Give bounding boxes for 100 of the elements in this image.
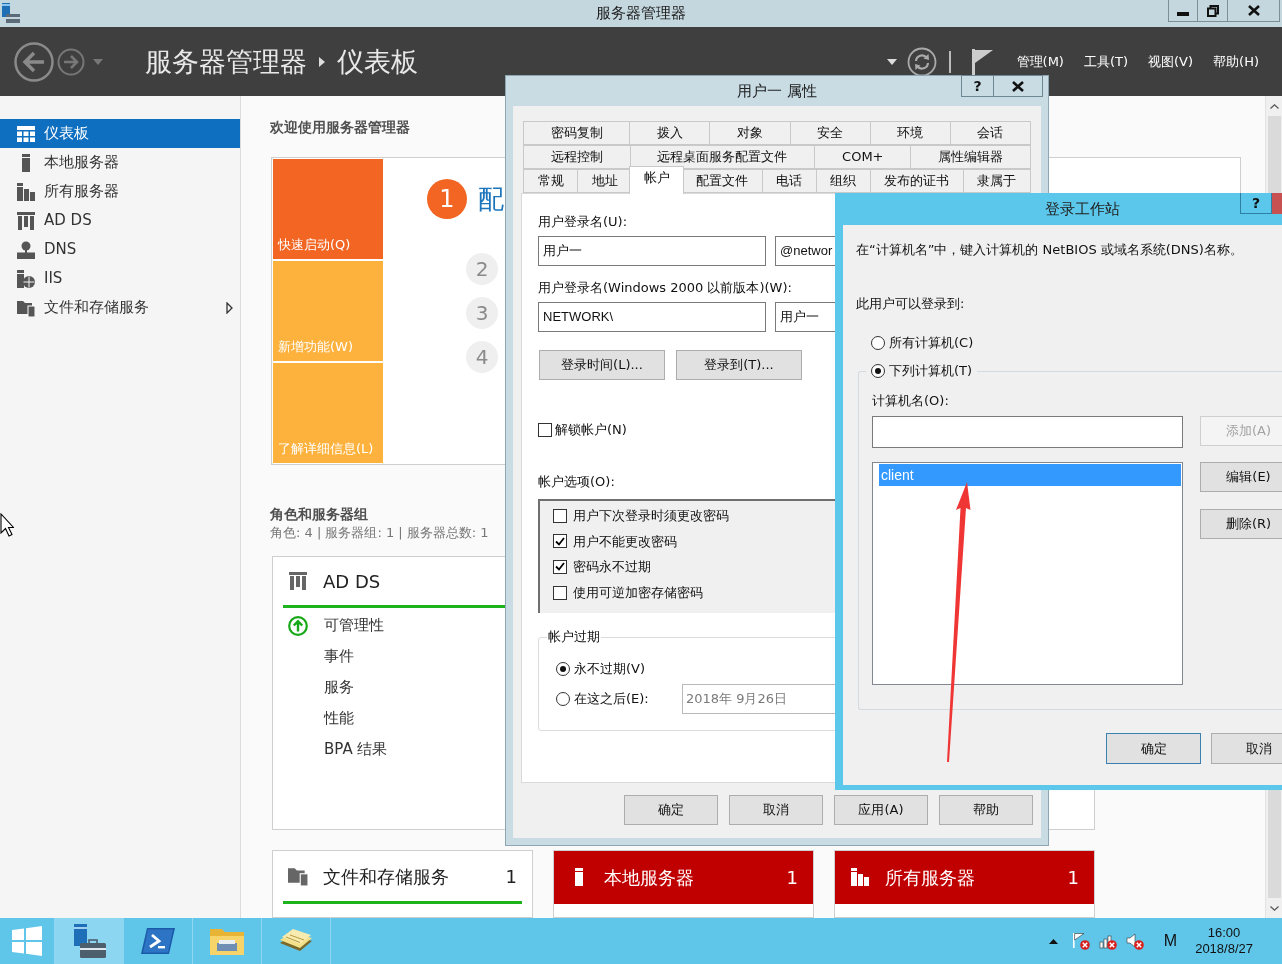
radio-label[interactable]: 永不过期(V)	[574, 659, 646, 679]
restore-button[interactable]	[1198, 0, 1228, 22]
tab[interactable]: 帐户	[629, 166, 685, 194]
clock[interactable]: 16:00 2018/8/27	[1195, 925, 1253, 957]
checkbox[interactable]	[553, 560, 567, 574]
tab[interactable]: 常规	[523, 169, 579, 193]
chevron-right-icon[interactable]	[226, 301, 233, 314]
tab[interactable]: 对象	[709, 121, 791, 145]
taskbar-button[interactable]	[55, 918, 124, 964]
radio-button[interactable]	[871, 336, 885, 350]
menu-item[interactable]: 工具(T)	[1083, 51, 1129, 72]
tab[interactable]: 组织	[815, 169, 871, 193]
checkbox[interactable]	[553, 585, 567, 600]
tile-title[interactable]: 文件和存储服务	[323, 862, 449, 890]
caret-up-icon[interactable]	[1048, 938, 1058, 944]
tile-row-link[interactable]: 性能	[324, 707, 354, 730]
domain-suffix-field[interactable]: @networ	[775, 236, 835, 266]
checkbox[interactable]	[553, 508, 567, 523]
tile-title[interactable]: 本地服务器	[604, 863, 694, 891]
tile-row-link[interactable]: 可管理性	[324, 614, 384, 637]
tab[interactable]: 环境	[869, 121, 951, 145]
step-number: 3	[466, 297, 498, 329]
tile-row-link[interactable]: 事件	[324, 645, 354, 668]
checkbox[interactable]	[538, 423, 552, 437]
radio-button[interactable]	[556, 662, 570, 676]
close-button[interactable]	[994, 75, 1043, 97]
close-button[interactable]	[1228, 0, 1280, 22]
tile-title[interactable]: 所有服务器	[885, 863, 975, 891]
tile-title[interactable]: AD DS	[323, 567, 381, 595]
menu-item[interactable]: 视图(V)	[1148, 51, 1194, 72]
menu-item[interactable]: 帮助(H)	[1213, 51, 1259, 72]
servers-icon	[851, 868, 869, 886]
menu-item[interactable]: 管理(M)	[1016, 51, 1064, 72]
tab[interactable]: 拨入	[629, 121, 711, 145]
refresh-icon[interactable]	[906, 46, 937, 77]
dialog-button[interactable]: 取消	[729, 795, 823, 825]
tab[interactable]: 属性编辑器	[910, 145, 1031, 169]
side-button[interactable]: 删除(R)	[1200, 509, 1282, 539]
radio-button[interactable]	[556, 692, 570, 706]
dialog-button[interactable]: 确定	[624, 795, 718, 825]
computer-name-field[interactable]	[872, 416, 1183, 448]
dialog-button[interactable]: 应用(A)	[834, 795, 928, 825]
tab[interactable]: 安全	[789, 121, 871, 145]
network-error-icon[interactable]	[1098, 932, 1117, 950]
checkbox[interactable]	[553, 534, 567, 549]
checkbox-label[interactable]: 解锁帐户(N)	[555, 420, 627, 440]
sidebar-item[interactable]: 所有服务器	[0, 177, 240, 206]
tab[interactable]: 远程桌面服务配置文件	[629, 145, 816, 169]
tab[interactable]: COM+	[814, 145, 912, 169]
field-label: 帐户选项(O):	[538, 474, 615, 490]
dialog-button[interactable]: 确定	[1106, 733, 1201, 764]
dialog-button[interactable]: 登录到(T)...	[676, 350, 802, 380]
radio-label[interactable]: 下列计算机(T)	[889, 361, 973, 381]
dialog-button[interactable]: 帮助	[939, 795, 1033, 825]
tab[interactable]: 隶属于	[962, 169, 1031, 193]
radio-label[interactable]: 所有计算机(C)	[889, 333, 974, 353]
breadcrumb-link[interactable]: 服务器管理器	[145, 44, 307, 79]
ime-indicator[interactable]: M	[1163, 929, 1178, 953]
help-button[interactable]: ?	[961, 75, 994, 97]
server-icon	[22, 153, 30, 172]
folder-server-icon	[288, 865, 308, 887]
speaker-error-icon[interactable]	[1125, 932, 1144, 950]
side-button[interactable]: 编辑(E)	[1200, 462, 1282, 492]
radio-button[interactable]	[871, 364, 885, 378]
help-button[interactable]: ?	[1240, 193, 1272, 214]
input-field[interactable]: 用户一	[775, 302, 835, 332]
tab[interactable]: 密码复制	[523, 121, 631, 145]
tile-count: 1	[505, 864, 517, 889]
checkbox-label[interactable]: 使用可逆加密存储密码	[573, 582, 703, 603]
checkbox-label[interactable]: 用户不能更改密码	[573, 531, 677, 552]
sidebar-item[interactable]: AD DS	[0, 206, 240, 235]
dialog-button[interactable]: 登录时间(L)...	[539, 350, 665, 380]
radio-label[interactable]: 在这之后(E):	[574, 689, 649, 709]
flag-error-icon[interactable]	[1071, 932, 1090, 950]
step-title-link[interactable]: 配	[478, 184, 504, 214]
sidebar-item[interactable]: 文件和存储服务	[0, 293, 240, 322]
flag-icon[interactable]	[971, 48, 993, 75]
tile-row-link[interactable]: 服务	[324, 676, 354, 699]
window-title: 服务器管理器	[596, 3, 686, 24]
tab[interactable]: 电话	[761, 169, 817, 193]
sidebar-item[interactable]: 仪表板	[0, 119, 240, 148]
sidebar-item[interactable]: DNS	[0, 235, 240, 264]
input-field[interactable]: NETWORK\	[538, 302, 766, 332]
sidebar-item[interactable]: 本地服务器	[0, 148, 240, 177]
tab[interactable]: 远程控制	[523, 145, 631, 169]
tab[interactable]: 会话	[949, 121, 1032, 145]
caret-down-icon[interactable]	[886, 58, 897, 65]
tile-row-link[interactable]: BPA 结果	[324, 738, 388, 761]
tab[interactable]: 配置文件	[681, 169, 763, 193]
dashboard-grid-icon	[17, 125, 35, 142]
date-picker-field[interactable]: 2018年 9月26日	[682, 684, 835, 714]
tab[interactable]: 发布的证书	[869, 169, 964, 193]
checkbox-label[interactable]: 用户下次登录时须更改密码	[573, 506, 729, 526]
instruction-text: 在“计算机名”中，键入计算机的 NetBIOS 或域名系统(DNS)名称。	[856, 242, 1243, 258]
dialog-button[interactable]: 取消	[1211, 733, 1282, 764]
checkbox-label[interactable]: 密码永不过期	[573, 557, 651, 577]
folder-server-icon	[17, 298, 35, 317]
minimize-button[interactable]	[1168, 0, 1198, 22]
input-field[interactable]: 用户一	[538, 236, 766, 266]
sidebar-item[interactable]: IIS	[0, 264, 240, 293]
